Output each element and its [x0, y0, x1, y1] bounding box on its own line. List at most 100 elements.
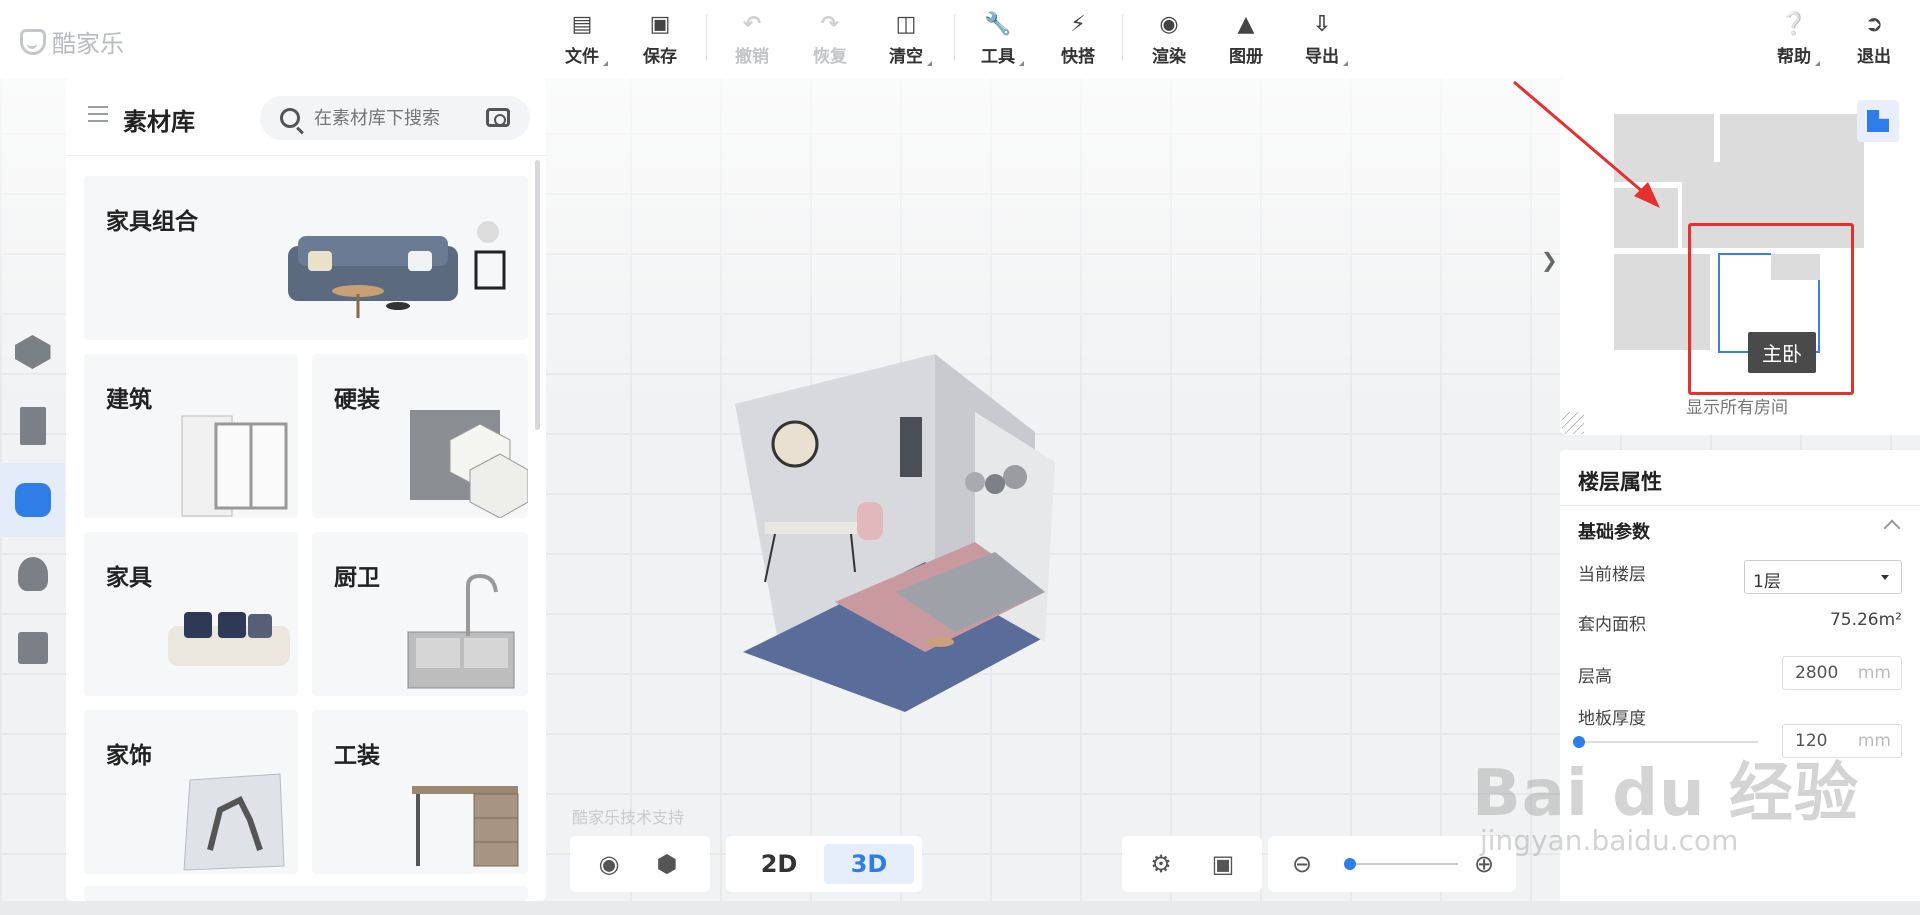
zoom-out-icon[interactable]: ⊖: [1282, 836, 1322, 892]
height-label: 层高: [1578, 667, 1612, 687]
pillow-image: [183, 773, 285, 871]
rail-item-doors[interactable]: [0, 389, 65, 463]
cabinet-icon: [17, 632, 48, 664]
render-button[interactable]: ◉ 渲染: [1139, 12, 1199, 68]
category-decor[interactable]: 家饰: [84, 710, 298, 874]
caret-icon: [603, 61, 608, 66]
cube-icon: [14, 335, 51, 369]
material-library-panel: 素材库 家具组合 建筑 硬装: [66, 78, 546, 901]
category-furniture-combo[interactable]: 家具组合: [84, 176, 528, 340]
annotation-arrow-icon: [1513, 80, 1660, 208]
floorplan-toggle-icon[interactable]: [1857, 100, 1899, 142]
mode-3d-button[interactable]: 3D: [824, 844, 914, 884]
category-kitchen-bath[interactable]: 厨卫: [312, 532, 528, 696]
sofa-icon: [14, 483, 51, 517]
search-input[interactable]: [314, 107, 474, 129]
camera-search-icon[interactable]: [486, 108, 510, 127]
chevron-up-icon[interactable]: [1883, 519, 1901, 537]
rail-item-hard-decor[interactable]: [0, 315, 65, 389]
panel-header: 素材库: [66, 78, 546, 156]
thickness-label: 地板厚度: [1578, 709, 1646, 729]
eraser-icon: ◫: [895, 12, 917, 37]
category-commercial[interactable]: 工装: [312, 710, 528, 874]
view-mode-switch: 2D 3D: [726, 836, 922, 892]
zoom-slider[interactable]: [1348, 863, 1458, 865]
search-box[interactable]: [260, 96, 530, 140]
sink-image: [407, 573, 515, 689]
baidu-watermark: Bai du 经验: [1472, 757, 1859, 831]
tools-button[interactable]: 🔧 工具: [968, 12, 1028, 68]
sofa-set-image: [288, 221, 506, 318]
caret-icon: [1019, 61, 1024, 66]
door-icon: [19, 407, 46, 445]
export-icon: ⇩: [1312, 12, 1332, 37]
fit-view-icon[interactable]: ▣: [1198, 836, 1248, 892]
zoom-slider-handle[interactable]: [1344, 858, 1356, 870]
person-icon: [17, 557, 48, 591]
zoom-bar: ⊖ ⊕: [1268, 836, 1516, 892]
floor-select[interactable]: 1层: [1744, 560, 1902, 594]
panel-title: 素材库: [123, 108, 195, 136]
rail-item-furniture[interactable]: [0, 463, 65, 537]
album-button[interactable]: ▲ 图册: [1216, 12, 1276, 68]
tile-image: [410, 410, 528, 518]
room-3d-model[interactable]: [725, 352, 1085, 712]
caret-icon: [1815, 61, 1820, 66]
wrench-icon: 🔧: [984, 12, 1012, 37]
scrollbar[interactable]: [535, 160, 540, 430]
camera-settings-icon[interactable]: ⚙: [1136, 836, 1186, 892]
rail-item-personal[interactable]: [0, 537, 65, 611]
help-icon: ❔: [1780, 12, 1808, 37]
save-icon: ▣: [649, 12, 671, 37]
divider: [1560, 505, 1920, 506]
category-hard-decor[interactable]: 硬装: [312, 354, 528, 518]
height-field[interactable]: 2800 mm: [1782, 656, 1902, 690]
caret-icon: [1343, 61, 1348, 66]
help-button[interactable]: ❔ 帮助: [1764, 12, 1824, 68]
search-icon: [280, 108, 300, 128]
eye-icon[interactable]: ◉: [584, 836, 634, 892]
loveseat-image: [168, 612, 290, 666]
left-rail: [0, 315, 65, 685]
collapse-arrow-icon[interactable]: ❯: [1541, 248, 1558, 272]
exit-button[interactable]: ➲ 退出: [1844, 12, 1904, 68]
quick-build-button[interactable]: ⚡ 快搭: [1048, 12, 1108, 68]
export-button[interactable]: ⇩ 导出: [1292, 12, 1352, 68]
area-value: 75.26m²: [1829, 610, 1902, 630]
window-image: [181, 415, 288, 517]
file-button[interactable]: ▤ 文件: [552, 12, 612, 68]
category-furniture[interactable]: 家具: [84, 532, 298, 696]
image-icon: ▲: [1237, 12, 1255, 37]
area-label: 套内面积: [1578, 615, 1646, 635]
category-architecture[interactable]: 建筑: [84, 354, 298, 518]
view-tools-bar: ◉ ⬢: [570, 836, 710, 892]
undo-icon: ↶: [742, 12, 762, 37]
redo-icon: ↷: [820, 12, 840, 37]
desk-image: [412, 786, 519, 867]
redo-button[interactable]: ↷ 恢复: [800, 12, 860, 68]
mode-2d-button[interactable]: 2D: [734, 844, 824, 884]
lightning-icon: ⚡: [1070, 12, 1086, 37]
logo: 酷家乐: [20, 24, 124, 59]
top-toolbar: 酷家乐 ▤ 文件 ▣ 保存 ↶ 撤销 ↷ 恢复 ◫ 清空 🔧 工具 ⚡ 快搭 ◉…: [0, 0, 1920, 78]
cube-view-icon[interactable]: ⬢: [642, 836, 692, 892]
current-floor-label: 当前楼层: [1578, 565, 1646, 585]
section-title: 基础参数: [1578, 522, 1650, 543]
camera-tools-bar: ⚙ ▣: [1122, 836, 1262, 892]
logo-icon: [20, 28, 46, 55]
clear-button[interactable]: ◫ 清空: [876, 12, 936, 68]
resize-handle-icon[interactable]: [1562, 412, 1584, 434]
save-button[interactable]: ▣ 保存: [630, 12, 690, 68]
camera-icon: ◉: [1159, 12, 1179, 37]
undo-button[interactable]: ↶ 撤销: [722, 12, 782, 68]
list-icon[interactable]: [88, 106, 108, 124]
show-all-rooms-link[interactable]: 显示所有房间: [1686, 393, 1788, 418]
annotation-highlight-box: [1688, 223, 1854, 395]
logo-text: 酷家乐: [52, 30, 124, 58]
minimap-room[interactable]: [1810, 114, 1864, 166]
tech-support-credit: 酷家乐技术支持: [572, 808, 685, 827]
caret-icon: [927, 61, 932, 66]
rail-item-cabinet[interactable]: [0, 611, 65, 685]
baidu-watermark-url: jingyan.baidu.com: [1480, 824, 1739, 857]
toolbar-divider: [706, 14, 707, 60]
